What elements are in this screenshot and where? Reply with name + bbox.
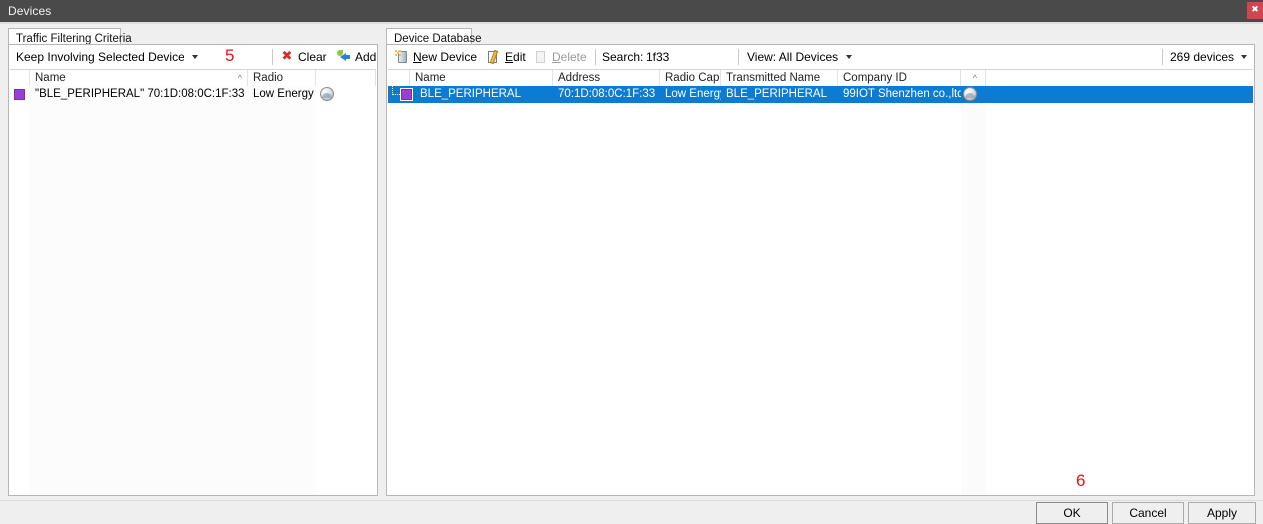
new-device-icon bbox=[395, 50, 409, 64]
column-header-name[interactable]: Name ^ bbox=[30, 70, 248, 86]
list-column-shading bbox=[29, 86, 316, 495]
column-header-address[interactable]: Address bbox=[553, 70, 660, 86]
delete-icon bbox=[534, 50, 548, 64]
cell-radio: Low Energy bbox=[253, 88, 314, 100]
column-header-transmitted-name[interactable]: Transmitted Name bbox=[721, 70, 838, 86]
cell-name: "BLE_PERIPHERAL" 70:1D:08:0C:1F:33 bbox=[35, 88, 245, 100]
device-table-header: Name Address Radio Cap... Transmitted Na… bbox=[388, 69, 1253, 86]
search-input[interactable]: 1f33 bbox=[646, 50, 669, 64]
toolbar-separator bbox=[272, 49, 273, 65]
clear-button-label: Clear bbox=[298, 50, 327, 64]
cell-company-id: 99IOT Shenzhen co.,ltd bbox=[843, 88, 961, 100]
table-row[interactable]: "BLE_PERIPHERAL" 70:1D:08:0C:1F:33 Low E… bbox=[10, 86, 376, 103]
cell-name: BLE_PERIPHERAL bbox=[420, 88, 521, 100]
table-row[interactable]: BLE_PERIPHERAL 70:1D:08:0C:1F:33 Low Ene… bbox=[388, 86, 1253, 103]
column-header-name-label: Name bbox=[415, 72, 446, 84]
add-button-label: Add bbox=[355, 50, 377, 64]
globe-icon bbox=[963, 87, 977, 101]
window-titlebar: Devices ✖ bbox=[0, 0, 1263, 22]
add-arrow-icon bbox=[337, 50, 351, 64]
annotation-marker-6: 6 bbox=[1076, 471, 1086, 490]
tree-expander-icon[interactable] bbox=[392, 86, 400, 95]
window-title: Devices bbox=[8, 4, 52, 18]
red-x-icon: ✖ bbox=[281, 49, 293, 64]
delete-button[interactable]: Delete bbox=[534, 47, 592, 67]
column-header-left-extra[interactable] bbox=[316, 70, 376, 86]
traffic-filtering-panel: Keep Involving Selected Device 5 ✖ Clear… bbox=[8, 44, 378, 496]
annotation-marker-5: 5 bbox=[225, 46, 235, 65]
chevron-down-icon bbox=[192, 55, 198, 59]
filter-mode-select[interactable]: Keep Involving Selected Device bbox=[13, 49, 201, 67]
column-header-transmitted-name-label: Transmitted Name bbox=[726, 72, 821, 84]
new-device-button-label: New Device bbox=[413, 50, 478, 64]
view-filter-select[interactable]: View: All Devices bbox=[747, 50, 857, 64]
filter-mode-value: Keep Involving Selected Device bbox=[16, 50, 184, 64]
apply-button[interactable]: Apply bbox=[1188, 502, 1256, 524]
column-header-radio[interactable]: Radio bbox=[248, 70, 316, 86]
edit-pencil-icon bbox=[487, 49, 501, 65]
ok-button[interactable]: OK bbox=[1036, 502, 1108, 524]
column-header-company-id[interactable]: Company ID bbox=[838, 70, 961, 86]
device-table-body[interactable]: BLE_PERIPHERAL 70:1D:08:0C:1F:33 Low Ene… bbox=[388, 86, 1253, 495]
cell-radio-cap: Low Energy bbox=[665, 88, 721, 100]
globe-icon bbox=[320, 87, 334, 101]
table-column-shading bbox=[961, 86, 986, 495]
add-button[interactable]: Add bbox=[337, 47, 379, 67]
sort-ascending-icon: ^ bbox=[237, 73, 242, 83]
search-label: Search: bbox=[602, 50, 644, 64]
toolbar-separator-2 bbox=[738, 49, 739, 65]
device-color-swatch bbox=[400, 88, 413, 101]
column-header-radio-label: Radio bbox=[253, 72, 284, 84]
device-color-swatch bbox=[14, 89, 25, 100]
edit-button-label: Edit bbox=[505, 50, 526, 64]
view-filter-label: View: All Devices bbox=[747, 50, 839, 64]
device-count-label: 269 devices bbox=[1170, 50, 1235, 64]
chevron-down-icon bbox=[846, 55, 852, 59]
device-database-panel: New Device Edit Delete Search: 1f33 View… bbox=[386, 44, 1255, 496]
toolbar-separator-1 bbox=[595, 49, 596, 65]
column-header-radio-cap[interactable]: Radio Cap... bbox=[660, 70, 721, 86]
delete-button-label: Delete bbox=[552, 50, 587, 64]
column-header-company-id-label: Company ID bbox=[843, 72, 907, 84]
cell-transmitted-name: BLE_PERIPHERAL bbox=[726, 88, 827, 100]
close-icon: ✖ bbox=[1251, 5, 1259, 15]
close-button[interactable]: ✖ bbox=[1247, 2, 1263, 19]
column-header-radio-cap-label: Radio Cap... bbox=[665, 72, 720, 84]
left-device-list[interactable]: "BLE_PERIPHERAL" 70:1D:08:0C:1F:33 Low E… bbox=[10, 86, 376, 495]
chevron-down-icon bbox=[1241, 55, 1247, 59]
edit-button[interactable]: Edit bbox=[487, 47, 531, 67]
column-header-name-label: Name bbox=[35, 72, 66, 84]
device-count-select[interactable]: 269 devices bbox=[1170, 50, 1250, 64]
footer-divider bbox=[0, 500, 1263, 501]
column-header-indicator bbox=[388, 70, 410, 86]
sort-ascending-icon: ^ bbox=[972, 73, 977, 83]
left-toolbar: Keep Involving Selected Device 5 ✖ Clear… bbox=[9, 45, 377, 69]
column-header-name[interactable]: Name bbox=[410, 70, 553, 86]
cell-address: 70:1D:08:0C:1F:33 bbox=[558, 88, 656, 100]
right-toolbar: New Device Edit Delete Search: 1f33 View… bbox=[387, 45, 1254, 69]
dialog-body: Traffic Filtering Criteria Keep Involvin… bbox=[0, 24, 1263, 500]
left-list-header: Name ^ Radio bbox=[10, 69, 376, 86]
column-header-sort[interactable]: ^ bbox=[961, 70, 986, 86]
toolbar-separator-3 bbox=[1162, 49, 1163, 65]
column-header-filler bbox=[986, 70, 1253, 86]
column-header-address-label: Address bbox=[558, 72, 601, 84]
column-header-left-swatch bbox=[10, 70, 30, 86]
cancel-button[interactable]: Cancel bbox=[1112, 502, 1184, 524]
new-device-button[interactable]: New Device bbox=[395, 47, 477, 67]
clear-button[interactable]: ✖ Clear bbox=[280, 47, 332, 67]
